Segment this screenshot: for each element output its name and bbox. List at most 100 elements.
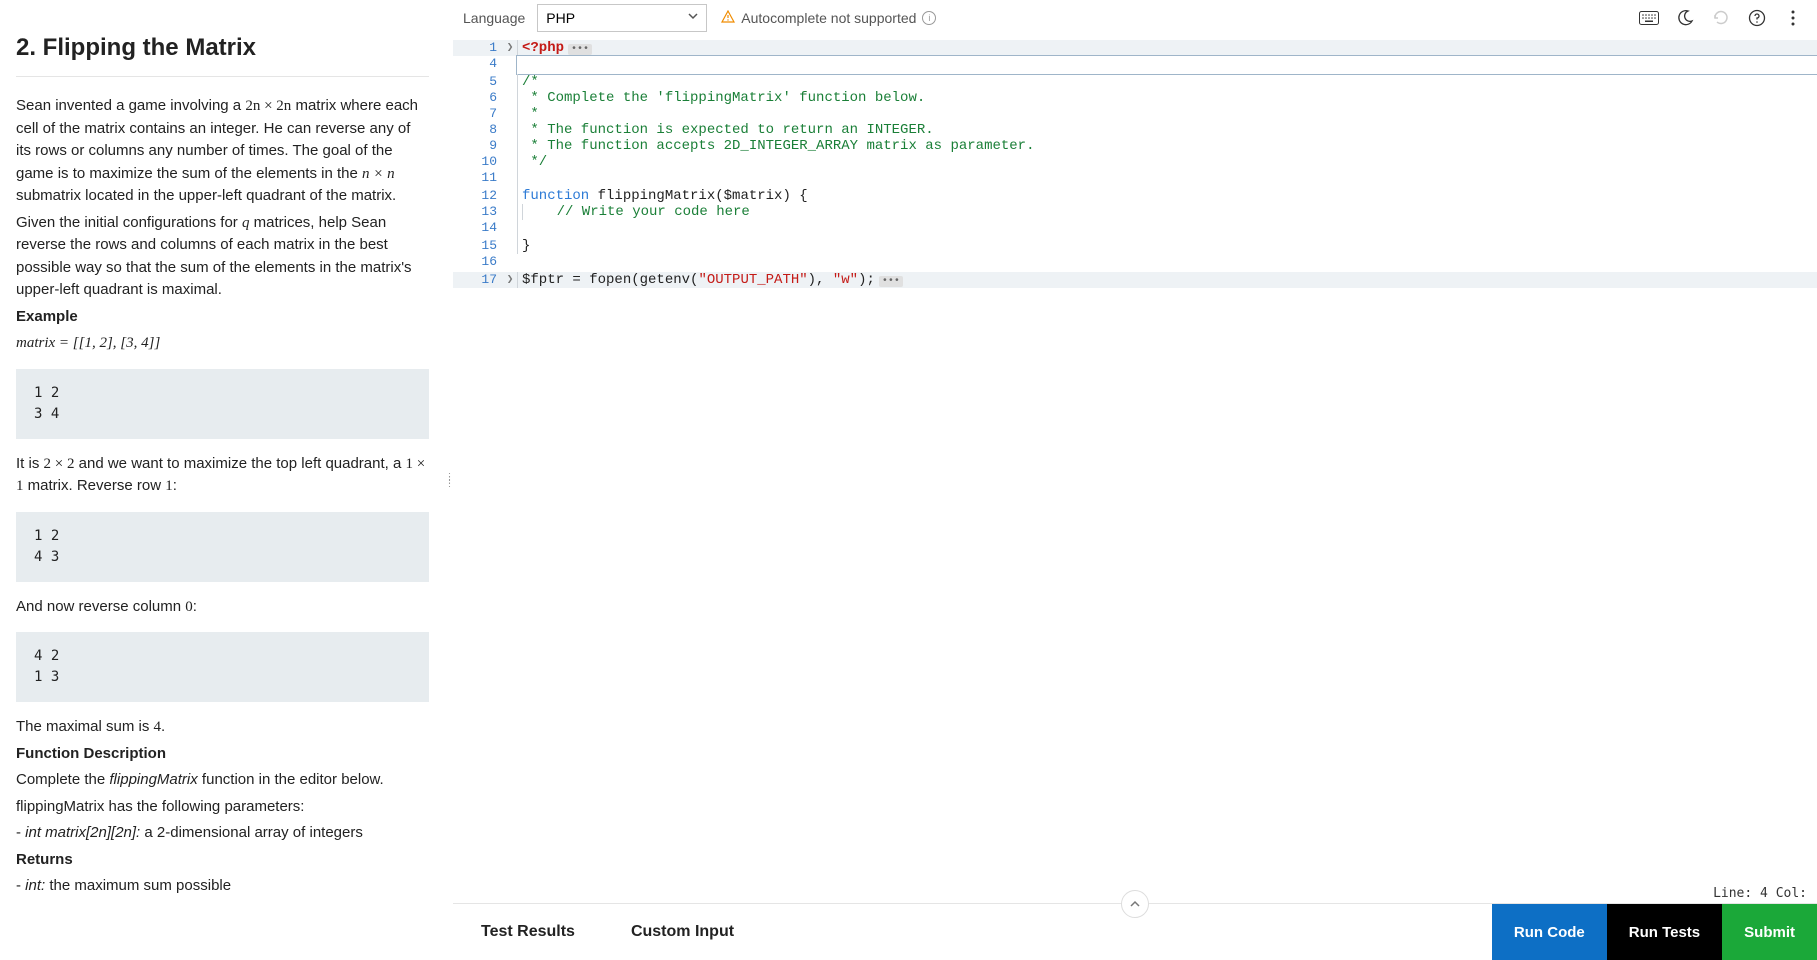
code-line[interactable]: 13 // Write your code here — [453, 204, 1817, 220]
panel-resizer[interactable]: ⋮⋮⋮ — [445, 0, 453, 960]
line-number: 12 — [453, 188, 503, 203]
code-token: */ — [522, 154, 547, 170]
text: function in the editor below. — [198, 771, 384, 788]
tab-custom-input[interactable]: Custom Input — [603, 905, 762, 959]
code-line[interactable]: 1 ❯ <?php ••• — [453, 40, 1817, 56]
code-line[interactable]: 10 */ — [453, 154, 1817, 170]
code-token: * The function accepts 2D_INTEGER_ARRAY … — [522, 138, 1034, 154]
fold-ellipsis-icon: ••• — [879, 276, 903, 287]
line-number: 14 — [453, 220, 503, 235]
text: matrix. Reverse row — [24, 477, 166, 494]
line-number: 15 — [453, 238, 503, 253]
code-token: /* — [522, 74, 539, 90]
line-number: 10 — [453, 154, 503, 169]
problem-panel: 2. Flipping the Matrix Sean invented a g… — [0, 0, 445, 960]
example-matrix-2: 1 2 4 3 — [16, 512, 429, 582]
text: Complete the — [16, 771, 109, 788]
fold-toggle-icon[interactable]: ❯ — [503, 272, 517, 286]
problem-title: 2. Flipping the Matrix — [16, 16, 429, 77]
fold-ellipsis-icon: ••• — [568, 44, 592, 55]
warning-icon — [721, 10, 735, 27]
text: : — [173, 477, 177, 494]
code-editor[interactable]: 1 ❯ <?php ••• 4 5 /* 6 * Complete the 'fli… — [453, 40, 1817, 903]
code-token: "OUTPUT_PATH" — [698, 272, 807, 288]
run-tests-button[interactable]: Run Tests — [1607, 904, 1722, 960]
math-expr: n × n — [362, 166, 395, 182]
text: and we want to maximize the top left qua… — [74, 455, 405, 472]
autocomplete-warning-text: Autocomplete not supported — [741, 10, 916, 26]
reset-icon[interactable] — [1707, 4, 1735, 32]
line-number: 7 — [453, 106, 503, 121]
math-expr: 2 × 2 — [44, 456, 75, 472]
line-number: 16 — [453, 254, 503, 269]
text: . — [161, 718, 165, 735]
code-token: * Complete the 'flippingMatrix' function… — [522, 90, 925, 106]
math-expr: matrix = [[1, 2], [3, 4]] — [16, 335, 160, 351]
text: the maximum sum possible — [45, 877, 231, 894]
line-number: 1 — [453, 40, 503, 55]
code-line[interactable]: 12function flippingMatrix($matrix) { — [453, 188, 1817, 204]
language-select-wrap — [537, 4, 707, 32]
code-token: ); — [858, 272, 875, 288]
code-token: $fptr = fopen(getenv( — [522, 272, 698, 288]
example-matrix-3: 4 2 1 3 — [16, 632, 429, 702]
code-line[interactable]: 5 /* — [453, 74, 1817, 90]
editor-toolbar: Language Autocomplete not supported i — [453, 0, 1817, 40]
code-line[interactable]: 14 — [453, 220, 1817, 238]
code-token: ($matrix) { — [715, 188, 807, 204]
language-select[interactable] — [537, 4, 707, 32]
code-line-active[interactable]: 4 — [453, 56, 1817, 74]
editor-panel: Language Autocomplete not supported i — [453, 0, 1817, 960]
returns-heading: Returns — [16, 851, 73, 868]
math-expr: 4 — [154, 719, 162, 735]
language-label: Language — [463, 10, 525, 26]
line-number: 9 — [453, 138, 503, 153]
code-token: * The function is expected to return an … — [522, 122, 934, 138]
keyboard-icon[interactable] — [1635, 4, 1663, 32]
theme-toggle-icon[interactable] — [1671, 4, 1699, 32]
fold-toggle-icon[interactable]: ❯ — [503, 40, 517, 54]
code-token: <?php — [522, 40, 564, 56]
text: a 2-dimensional array of integers — [140, 824, 363, 841]
code-line[interactable]: 17 ❯ $fptr = fopen(getenv("OUTPUT_PATH")… — [453, 272, 1817, 288]
code-line[interactable]: 7 * — [453, 106, 1817, 122]
text: flippingMatrix has the following paramet… — [16, 796, 429, 819]
line-number: 17 — [453, 272, 503, 287]
example-heading: Example — [16, 308, 78, 325]
code-token: // Write your code here — [523, 204, 750, 220]
line-number: 8 — [453, 122, 503, 137]
math-expr: 1 — [165, 478, 173, 494]
code-line[interactable]: 6 * Complete the 'flippingMatrix' functi… — [453, 90, 1817, 106]
text: The maximal sum is — [16, 718, 154, 735]
run-code-button[interactable]: Run Code — [1492, 904, 1607, 960]
line-number: 11 — [453, 170, 503, 185]
code-line[interactable]: 8 * The function is expected to return a… — [453, 122, 1817, 138]
return-signature: int: — [25, 877, 45, 894]
info-icon[interactable]: i — [922, 11, 936, 25]
collapse-panel-button[interactable] — [1121, 890, 1149, 918]
code-token: function — [522, 188, 589, 204]
code-line[interactable]: 9 * The function accepts 2D_INTEGER_ARRA… — [453, 138, 1817, 154]
autocomplete-warning: Autocomplete not supported i — [721, 10, 936, 27]
tab-test-results[interactable]: Test Results — [453, 905, 603, 959]
code-token: * — [522, 106, 539, 122]
text: submatrix located in the upper-left quad… — [16, 187, 396, 204]
function-name: flippingMatrix — [109, 771, 197, 788]
code-line[interactable]: 15} — [453, 238, 1817, 254]
code-line[interactable]: 11 — [453, 170, 1817, 188]
text: Given the initial configurations for — [16, 214, 242, 231]
submit-button[interactable]: Submit — [1722, 904, 1817, 960]
math-expr: 2n × 2n — [245, 98, 291, 114]
line-number: 4 — [453, 56, 503, 71]
line-number: 6 — [453, 90, 503, 105]
help-icon[interactable] — [1743, 4, 1771, 32]
code-token: "w" — [833, 272, 858, 288]
more-menu-icon[interactable] — [1779, 4, 1807, 32]
line-number: 13 — [453, 204, 503, 219]
text: And now reverse column — [16, 598, 185, 615]
line-number: 5 — [453, 74, 503, 89]
example-matrix-1: 1 2 3 4 — [16, 369, 429, 439]
code-line[interactable]: 16 — [453, 254, 1817, 272]
text: Sean invented a game involving a — [16, 97, 245, 114]
text: It is — [16, 455, 44, 472]
